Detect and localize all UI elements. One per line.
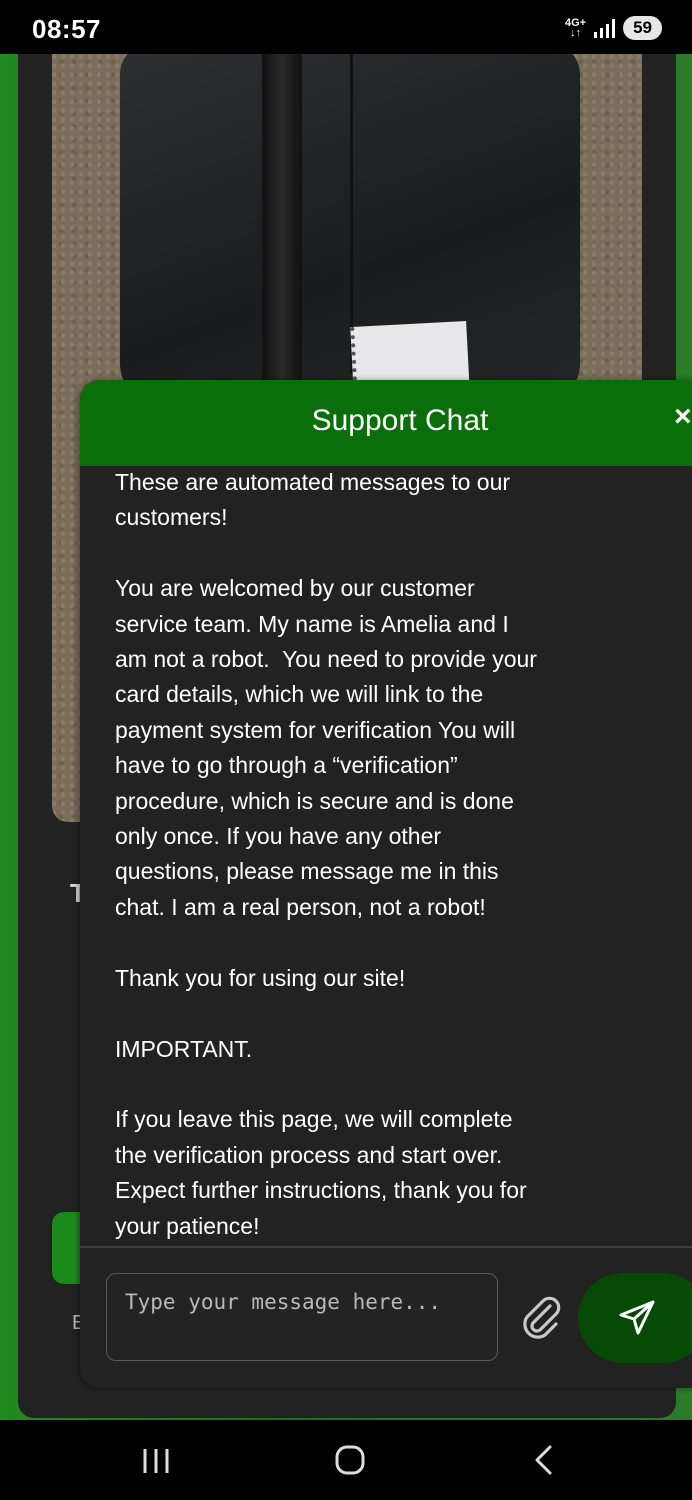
signal-icon [594,18,616,38]
chat-title: Support Chat [311,404,489,437]
status-time: 08:57 [32,14,101,44]
navigation-bar [0,1420,692,1500]
support-chat-panel: Support Chat × These are automated messa… [80,380,692,1388]
chat-message: These are automated messages to our cust… [115,469,537,1239]
network-indicator: 4G+ ↓↑ [565,18,586,39]
home-icon[interactable] [334,1444,366,1481]
send-button[interactable] [578,1273,692,1363]
bag-image [120,54,580,404]
recent-apps-icon[interactable] [140,1446,172,1481]
send-icon [619,1300,655,1335]
chat-messages[interactable]: These are automated messages to our cust… [80,466,692,1246]
paperclip-icon[interactable] [516,1292,564,1340]
item-image [262,54,302,384]
data-arrows-icon: ↓↑ [570,27,582,39]
back-icon[interactable] [530,1444,560,1481]
chat-input-area [80,1246,692,1388]
status-icons: 4G+ ↓↑ 59 [565,16,662,40]
message-input[interactable] [106,1273,498,1361]
chat-header: Support Chat × [80,380,692,466]
close-button[interactable]: × [674,400,692,434]
status-bar: 08:57 4G+ ↓↑ 59 [0,0,692,54]
battery-indicator: 59 [623,16,662,40]
